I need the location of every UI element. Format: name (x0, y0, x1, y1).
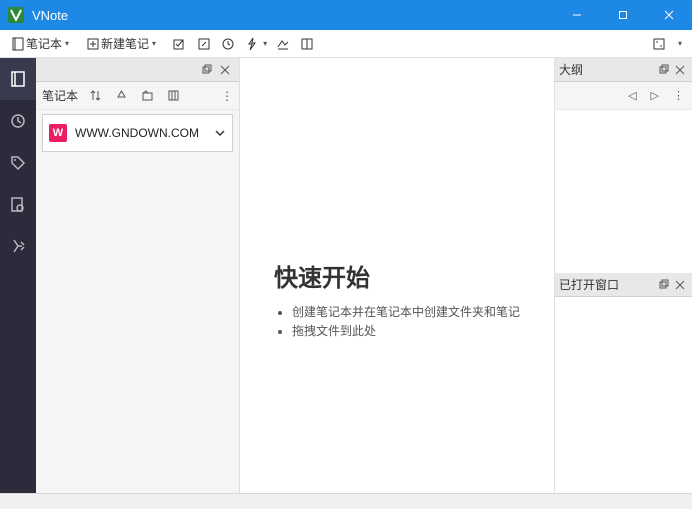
minimize-button[interactable] (554, 0, 600, 30)
view-icon[interactable] (164, 87, 182, 105)
app-icon (8, 7, 24, 23)
notebook-name: WWW.GNDOWN.COM (75, 126, 214, 140)
toolbar-refresh-button[interactable] (216, 32, 240, 56)
opened-restore-icon[interactable] (656, 277, 672, 293)
side-panel-tabs: 笔记本 ⋮ (36, 82, 239, 110)
notebook-icon (10, 36, 26, 52)
toolbar-check-button[interactable] (168, 32, 192, 56)
quick-start-item: 创建笔记本并在笔记本中创建文件夹和笔记 (292, 303, 520, 322)
opened-body (555, 297, 692, 493)
notebook-selector[interactable]: W WWW.GNDOWN.COM (42, 114, 233, 152)
flash-icon (244, 36, 260, 52)
sort-icon[interactable] (86, 87, 104, 105)
opened-title: 已打开窗口 (559, 276, 656, 293)
activity-history[interactable] (0, 100, 36, 142)
refresh-icon (220, 36, 236, 52)
outline-body (555, 110, 692, 273)
panel-restore-icon[interactable] (199, 62, 215, 78)
outline-prev-button[interactable]: ◁ (628, 89, 636, 102)
toolbar-tool1-button[interactable] (271, 32, 295, 56)
outline-title: 大纲 (559, 61, 656, 78)
outline-restore-icon[interactable] (656, 62, 672, 78)
activity-notebook[interactable] (0, 58, 36, 100)
opened-close-icon[interactable] (672, 277, 688, 293)
expand-icon (651, 36, 667, 52)
panel-close-icon[interactable] (217, 62, 233, 78)
title-bar: VNote (0, 0, 692, 30)
tab-notebook[interactable]: 笔记本 (42, 87, 78, 104)
activity-snippet[interactable] (0, 226, 36, 268)
panel-more-icon[interactable]: ⋮ (221, 89, 233, 103)
tool2-icon (299, 36, 315, 52)
toolbar-tool2-button[interactable] (295, 32, 319, 56)
quick-start-list: 创建笔记本并在笔记本中创建文件夹和笔记 拖拽文件到此处 (292, 303, 520, 341)
chevron-down-icon (214, 127, 226, 139)
new-note-button[interactable]: 新建笔记 (81, 32, 160, 56)
tool1-icon (275, 36, 291, 52)
check-icon (172, 36, 188, 52)
right-panel: 大纲 ◁ ▷ ⋮ 已打开窗口 (554, 58, 692, 493)
notebook-menu-button[interactable]: 笔记本 (6, 32, 73, 56)
edit-icon (196, 36, 212, 52)
main-toolbar: 笔记本 新建笔记 (0, 30, 692, 58)
toolbar-expand-button[interactable] (647, 32, 671, 56)
side-panel-header (36, 58, 239, 82)
toolbar-edit-button[interactable] (192, 32, 216, 56)
editor-content: 快速开始 创建笔记本并在笔记本中创建文件夹和笔记 拖拽文件到此处 (240, 58, 554, 493)
activity-search[interactable] (0, 184, 36, 226)
toolbar-flash-button[interactable] (240, 32, 271, 56)
quick-start: 快速开始 创建笔记本并在笔记本中创建文件夹和笔记 拖拽文件到此处 (274, 258, 520, 341)
maximize-button[interactable] (600, 0, 646, 30)
side-panel: 笔记本 ⋮ W WWW.GNDOWN.COM (36, 58, 240, 493)
main-area: 笔记本 ⋮ W WWW.GNDOWN.COM 快速开始 创建笔记本并在笔记本中创… (0, 58, 692, 493)
notebook-menu-label: 笔记本 (26, 35, 62, 52)
close-button[interactable] (646, 0, 692, 30)
notebook-badge: W (49, 124, 67, 142)
activity-bar (0, 58, 36, 493)
app-title: VNote (32, 8, 554, 23)
outline-header: 大纲 (555, 58, 692, 82)
outline-next-button[interactable]: ▷ (651, 89, 659, 102)
opened-header: 已打开窗口 (555, 273, 692, 297)
outline-more-button[interactable]: ⋮ (673, 89, 684, 102)
toolbar-overflow-button[interactable] (671, 32, 686, 56)
activity-tag[interactable] (0, 142, 36, 184)
quick-start-heading: 快速开始 (274, 258, 520, 293)
explore-icon[interactable] (138, 87, 156, 105)
recycle-icon[interactable] (112, 87, 130, 105)
outline-close-icon[interactable] (672, 62, 688, 78)
quick-start-item: 拖拽文件到此处 (292, 322, 520, 341)
status-bar (0, 493, 692, 509)
new-note-label: 新建笔记 (101, 35, 149, 52)
outline-nav: ◁ ▷ ⋮ (555, 82, 692, 110)
new-note-icon (85, 36, 101, 52)
